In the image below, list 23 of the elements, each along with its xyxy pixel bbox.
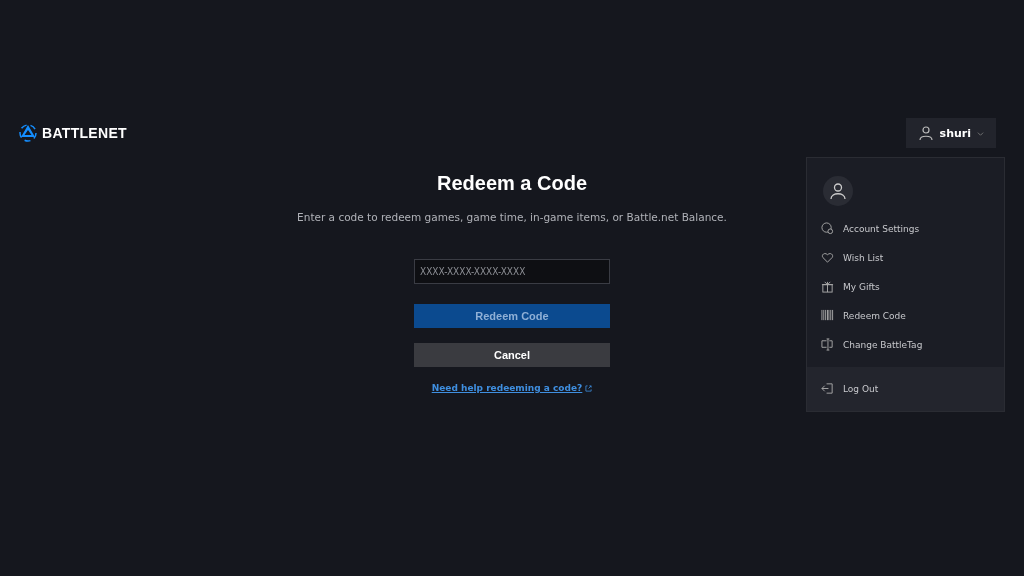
user-menu-button[interactable]: shuri [905,118,996,148]
exit-icon [821,382,834,395]
wishlist-icon [821,251,834,264]
battletag-icon [821,338,834,351]
external-link-icon [585,384,593,392]
caret-icon [977,129,984,137]
user-icon [917,125,934,141]
code-input-field[interactable]: XXXX-XXXX-XXXX-XXXX [414,259,610,284]
page-title: Redeem a Code [436,172,588,195]
logo-text: BATTLENET [42,125,127,141]
menu-item[interactable]: My Gifts [807,272,1004,301]
redeem-icon [821,309,834,322]
menu-item[interactable]: Account Settings [807,214,1004,243]
page-subtitle: Enter a code to redeem games, game time, in-game items, or Battle.net Balance. [297,211,727,223]
menu-item[interactable]: Wish List [807,243,1004,272]
settings-icon [821,222,834,235]
menu-item[interactable]: Redeem Code [807,301,1004,330]
menu-item[interactable]: Change BattleTag [807,330,1004,359]
logo-icon [18,123,38,143]
gifts-icon [821,280,834,293]
avatar-icon [823,176,853,206]
help-link[interactable]: Need help redeeming a code? [431,383,593,393]
cancel-button[interactable]: Cancel [414,343,610,367]
